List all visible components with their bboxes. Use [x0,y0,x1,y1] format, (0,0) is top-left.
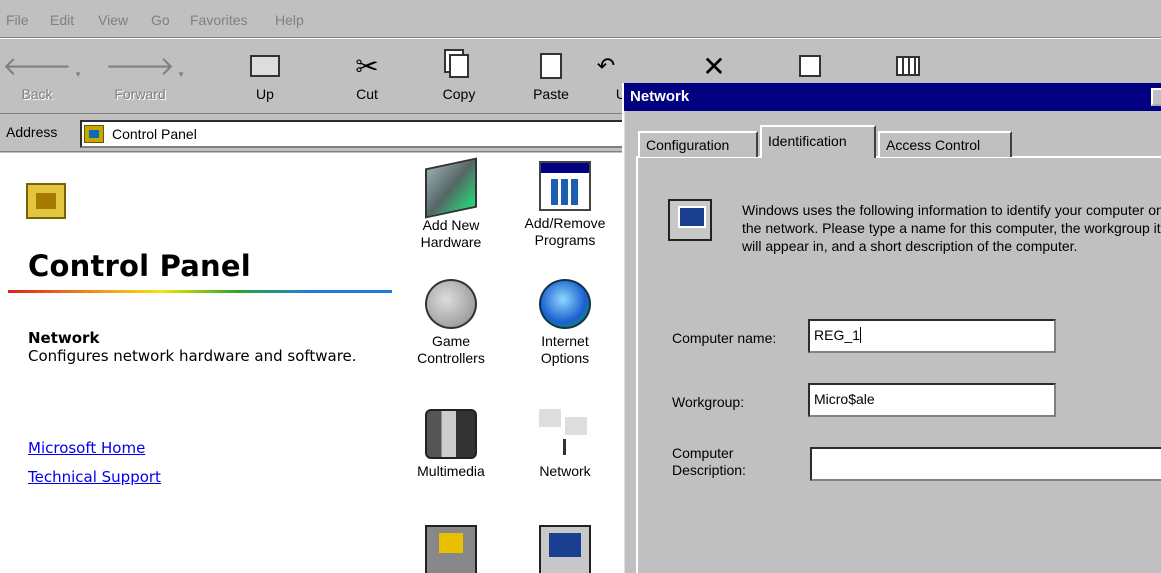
item-sounds[interactable] [396,525,506,573]
tab-access-control[interactable]: Access Control [878,131,1012,157]
text-caret [859,327,861,343]
description-label: Computer Description: [672,445,746,478]
clipboard-icon [540,53,562,79]
programs-icon [539,161,591,211]
address-label: Address [6,124,58,140]
tab-identification[interactable]: Identification [760,125,876,158]
network-dialog: Network Configuration Identification Acc… [622,83,1161,573]
dialog-title-bar[interactable]: Network [624,83,1161,111]
copy-button[interactable]: Copy [424,46,494,110]
properties-icon [799,55,821,77]
close-icon[interactable] [1151,88,1161,106]
item-internet-options[interactable]: Internet Options [510,279,620,367]
description-field[interactable] [810,447,1161,481]
computer-icon [668,199,712,241]
forward-dropdown-icon[interactable]: ▼ [177,70,185,79]
up-button[interactable]: Up [230,46,300,110]
menu-file[interactable]: File [6,12,29,28]
item-label: Internet Options [540,333,590,366]
menu-go[interactable]: Go [151,12,170,28]
delete-x-icon: ✕ [702,50,726,82]
forward-arrow-icon: 🡒 [105,50,175,81]
computer-name-label: Computer name: [672,330,777,346]
cut-button[interactable]: ✂ Cut [332,46,402,110]
menu-view[interactable]: View [98,12,128,28]
content-pane: Control Panel Network Configures network… [0,153,625,573]
identification-intro-text: Windows uses the following information t… [742,202,1161,254]
back-dropdown-icon[interactable]: ▼ [74,70,82,79]
menu-help[interactable]: Help [275,12,304,28]
up-label: Up [256,86,274,102]
copy-icon [449,54,469,78]
cut-label: Cut [356,86,378,102]
menu-bar: File Edit View Go Favorites Help [0,0,1161,38]
computer-name-value: REG_1 [814,327,860,343]
computer-icon [539,525,591,573]
workgroup-field[interactable]: Micro$ale [808,383,1056,417]
forward-label: Forward [114,86,166,102]
address-value: Control Panel [112,126,197,142]
joystick-icon [425,279,477,329]
menu-favorites[interactable]: Favorites [190,12,248,28]
back-button[interactable]: 🡐 Back ▼ [2,46,82,110]
selected-item-description: Configures network hardware and software… [28,347,357,365]
paste-button[interactable]: Paste [516,46,586,110]
microsoft-home-link[interactable]: Microsoft Home [28,439,145,457]
item-add-new-hardware[interactable]: Add New Hardware [396,157,506,251]
computer-name-field[interactable]: REG_1 [808,319,1056,353]
item-system[interactable] [510,525,620,573]
selected-item-name: Network [28,329,100,347]
workgroup-label: Workgroup: [672,394,745,410]
menu-edit[interactable]: Edit [50,12,74,28]
technical-support-link[interactable]: Technical Support [28,468,161,486]
item-multimedia[interactable]: Multimedia [396,409,506,480]
multimedia-icon [425,409,477,459]
item-add-remove-programs[interactable]: Add/Remove Programs [510,161,620,249]
item-label: Add New Hardware [420,217,482,250]
copy-label: Copy [442,86,476,102]
control-panel-icon [84,125,104,143]
paste-label: Paste [533,86,569,102]
folder-up-icon [250,55,280,77]
undo-icon: ↶ [596,53,616,78]
item-label: Add/Remove Programs [524,215,606,248]
views-icon [896,56,920,76]
item-label: Multimedia [417,463,485,479]
globe-icon [539,279,591,329]
control-panel-large-icon [26,183,66,219]
item-network[interactable]: Network [510,409,620,480]
undo-label: U [615,86,626,102]
page-title: Control Panel [28,249,251,283]
back-label: Back [21,86,53,102]
tab-configuration[interactable]: Configuration [638,131,758,157]
back-arrow-icon: 🡐 [2,50,72,81]
network-icon [539,409,591,459]
speaker-icon [425,525,477,573]
hardware-icon [425,157,477,219]
item-game-controllers[interactable]: Game Controllers [396,279,506,367]
dialog-title: Network [630,88,690,105]
forward-button[interactable]: 🡒 Forward ▼ [105,46,185,110]
item-label: Game Controllers [417,333,485,366]
item-label: Network [539,463,591,479]
scissors-icon: ✂ [355,50,379,82]
rainbow-divider [8,290,392,293]
undo-button[interactable]: ↶ U [586,46,626,110]
